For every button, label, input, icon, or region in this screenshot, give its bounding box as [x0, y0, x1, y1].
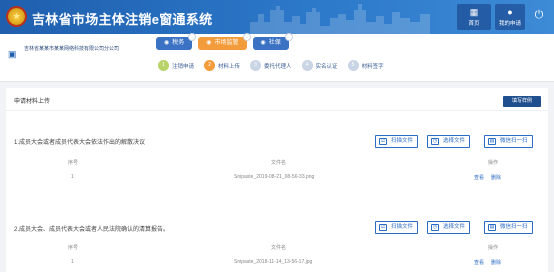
column-operation: 操作 [488, 245, 499, 251]
step-sign: 5 材料签字 [347, 60, 384, 71]
materials-card: 申请材料上传 填写样例 1.成员大会或者成员代表大会依法作出的解散决议 ⎚ 扫描… [6, 88, 548, 272]
fill-example-button[interactable]: 填写样例 [503, 96, 541, 107]
row-index: 1 [71, 259, 74, 265]
folder-icon: ◷ [431, 224, 439, 231]
step-cancel-application: 1 注销申请 [158, 60, 194, 71]
step-upload-materials: 2 材料上传 [204, 60, 240, 71]
tab-tax-badge: … [188, 33, 197, 41]
wechat-label: 微信扫一扫 [500, 224, 528, 230]
step-label: 委托代理人 [264, 63, 292, 70]
app-header: ★ 吉林省市场主体注销e窗通系统 ▦ 首页 ● 我的申请 ⏻ [0, 0, 554, 34]
divider [6, 110, 548, 111]
column-index: 序号 [68, 245, 79, 251]
market-icon: ◉ [206, 40, 212, 46]
scan-label: 扫描文件 [391, 138, 414, 144]
scan-file-button[interactable]: ⎚ 扫描文件 [375, 135, 419, 148]
tab-tax-label: 税务 [172, 40, 185, 46]
step-real-name: 4 实名认证 [301, 60, 338, 71]
tab-social-label: 社保 [268, 40, 281, 46]
step-number: 2 [204, 60, 216, 71]
scan-icon: ⎚ [379, 224, 387, 231]
home-button[interactable]: ▦ 首页 [457, 4, 491, 30]
section-question: 2.成员大会、成员代表大会或者人民法院确认的清算报告。 [14, 227, 170, 233]
choose-file-button[interactable]: ◷ 选择文件 [427, 221, 471, 234]
my-applications-label: 我的申请 [498, 21, 521, 27]
app-title: 吉林省市场主体注销e窗通系统 [32, 12, 213, 27]
company-icon: ▣ [8, 49, 17, 59]
tab-market-badge: … [242, 33, 251, 41]
delete-link[interactable]: 删除 [491, 259, 501, 266]
step-number: 4 [301, 60, 313, 71]
step-label: 注销申请 [172, 63, 195, 70]
choose-file-button[interactable]: ◷ 选择文件 [427, 135, 471, 148]
tab-social-badge: … [284, 33, 293, 41]
step-number: 1 [158, 60, 169, 71]
city-skyline-decoration [250, 4, 430, 34]
column-index: 序号 [68, 160, 79, 166]
tab-social-security[interactable]: ◉ 社保 … [252, 33, 293, 50]
home-label: 首页 [468, 21, 480, 27]
view-link[interactable]: 查看 [474, 259, 484, 266]
folder-icon: ◷ [431, 138, 439, 145]
row-index: 1 [71, 174, 74, 180]
step-label: 材料上传 [218, 63, 241, 70]
qrcode-icon: ▤ [488, 224, 496, 231]
step-label: 实名认证 [315, 63, 338, 70]
choose-label: 选择文件 [443, 224, 466, 230]
tab-market-label: 市场监管 [214, 40, 239, 46]
tab-market-supervision[interactable]: ◉ 市场监管 … [198, 33, 251, 50]
scan-label: 扫描文件 [391, 224, 414, 230]
qrcode-icon: ▤ [488, 138, 496, 145]
choose-label: 选择文件 [443, 138, 466, 144]
department-tabs: ◉ 税务 … ◉ 市场监管 … ◉ 社保 … [156, 33, 293, 51]
user-icon: ● [507, 7, 513, 17]
scan-icon: ⎚ [379, 138, 387, 145]
tab-tax[interactable]: ◉ 税务 … [156, 33, 197, 50]
page-title: 申请材料上传 [14, 99, 51, 105]
tax-icon: ◉ [164, 40, 170, 46]
national-emblem-icon: ★ [6, 6, 27, 27]
wechat-label: 微信扫一扫 [500, 138, 528, 144]
wechat-scan-button[interactable]: ▤ 微信扫一扫 [484, 135, 533, 148]
step-number: 3 [250, 60, 262, 71]
scan-file-button[interactable]: ⎚ 扫描文件 [375, 221, 419, 234]
section-question: 1.成员大会或者成员代表大会依法作出的解散决议 [14, 140, 146, 146]
step-number: 5 [347, 60, 359, 71]
social-security-icon: ◉ [260, 40, 266, 46]
step-agent: 3 委托代理人 [250, 60, 292, 71]
company-name: 吉林省某某市某某网络科技有限公司分公司 [24, 46, 120, 52]
power-icon[interactable]: ⏻ [532, 8, 546, 22]
home-icon: ▦ [469, 7, 479, 17]
wechat-scan-button[interactable]: ▤ 微信扫一扫 [484, 221, 533, 234]
column-operation: 操作 [488, 160, 499, 166]
column-filename: 文件名 [271, 160, 287, 166]
delete-link[interactable]: 删除 [491, 174, 501, 181]
my-applications-button[interactable]: ● 我的申请 [495, 4, 525, 30]
sub-header: ▣ 吉林省某某市某某网络科技有限公司分公司 ◉ 税务 … ◉ 市场监管 … ◉ … [0, 33, 554, 82]
row-filename: Snipaste_2019-08-21_08-56-33.png [234, 174, 315, 180]
row-filename: Snipaste_2018-11-14_13-56-17.jpg [234, 259, 313, 265]
progress-steps: 1 注销申请 2 材料上传 3 委托代理人 4 实名认证 5 材料签字 [158, 60, 394, 71]
step-label: 材料签字 [361, 63, 384, 70]
view-link[interactable]: 查看 [474, 174, 484, 181]
column-filename: 文件名 [271, 245, 287, 251]
